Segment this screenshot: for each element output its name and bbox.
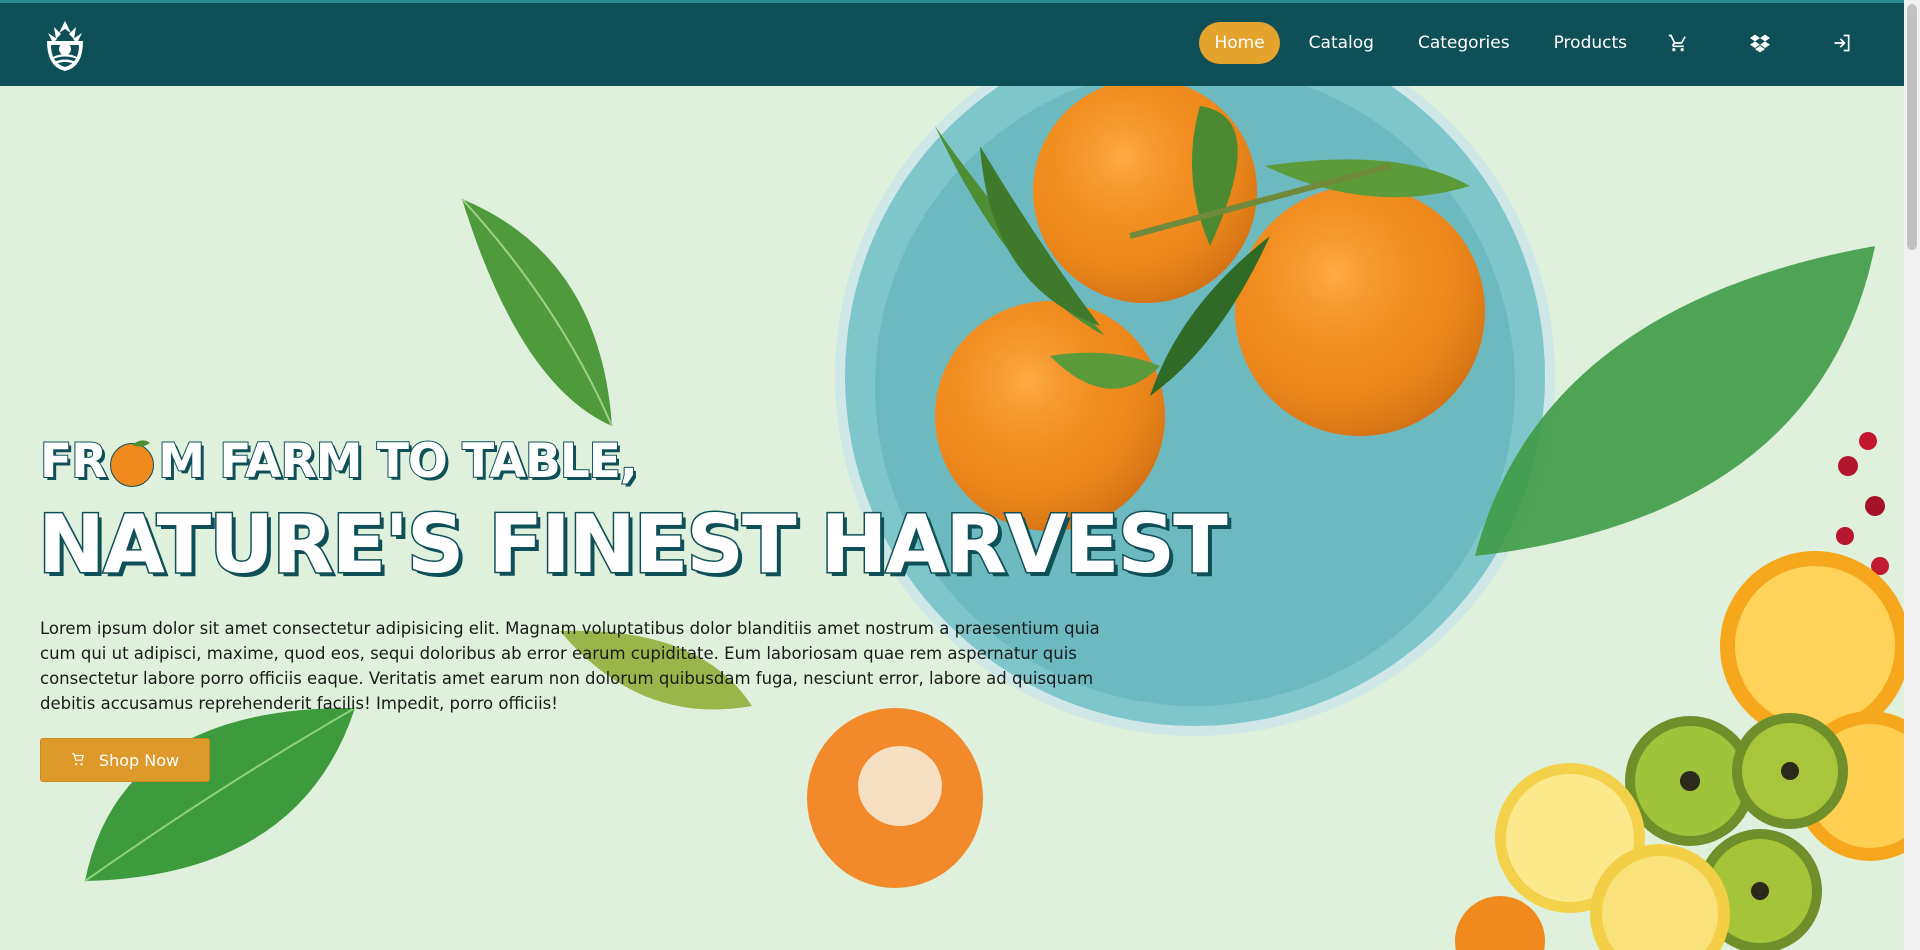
nav-home[interactable]: Home: [1199, 22, 1280, 64]
cart-icon: [71, 751, 85, 770]
nav-products[interactable]: Products: [1539, 22, 1642, 64]
shop-now-button[interactable]: Shop Now: [40, 738, 210, 782]
top-nav-bar: Home Catalog Categories Products: [0, 0, 1904, 86]
headline-part-1: FR: [39, 433, 108, 490]
hero-description: Lorem ipsum dolor sit amet consectetur a…: [40, 619, 1100, 713]
hero-headline-line-1: FR M FARM TO TABLE,: [39, 433, 639, 490]
farm-logo-icon[interactable]: [42, 17, 88, 73]
scrollbar-thumb[interactable]: [1907, 4, 1917, 250]
nav-catalog[interactable]: Catalog: [1294, 22, 1389, 64]
nav-categories[interactable]: Categories: [1403, 22, 1525, 64]
orange-icon: [106, 435, 158, 487]
hero-section: FR M FARM TO TABLE, NATURE'S FINEST HARVE…: [0, 86, 1904, 950]
headline-part-2: M FARM TO TABLE,: [157, 433, 638, 490]
main-nav: Home Catalog Categories Products: [1199, 21, 1864, 65]
login-icon[interactable]: [1820, 21, 1864, 65]
dropbox-icon[interactable]: [1738, 21, 1782, 65]
hero-headline-line-2: NATURE'S FINEST HARVEST: [37, 497, 1230, 593]
shop-now-label: Shop Now: [98, 750, 180, 770]
page-scrollbar[interactable]: [1904, 0, 1920, 950]
cart-icon[interactable]: [1656, 21, 1700, 65]
